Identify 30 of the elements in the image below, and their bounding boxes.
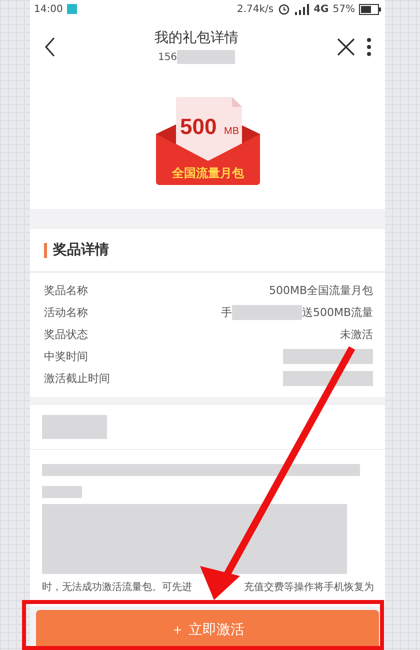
- redacted-block: [232, 304, 302, 320]
- network-speed-text: 2.74k/s: [236, 4, 274, 14]
- back-icon: [44, 36, 56, 56]
- field-label: 奖品名称: [44, 282, 88, 298]
- more-icon: [367, 38, 371, 56]
- page-title: 我的礼包详情: [154, 29, 238, 47]
- redacted-block: [42, 486, 82, 498]
- field-value: 手: [220, 304, 232, 320]
- battery-percent-text: 57%: [332, 4, 355, 14]
- field-label: 激活截止时间: [44, 370, 110, 386]
- field-label: 活动名称: [44, 304, 88, 320]
- field-value: 未激活: [340, 326, 373, 342]
- field-value: 送500MB流量: [302, 304, 373, 320]
- redacted-block: [177, 50, 236, 64]
- redacted-block: [42, 415, 107, 439]
- notice-text: 时，无法成功激活流量包。可先进: [42, 580, 192, 594]
- battery-icon: [359, 4, 381, 14]
- field-label: 中奖时间: [44, 348, 88, 364]
- section-title: 奖品详情: [53, 241, 109, 259]
- close-icon: [337, 38, 355, 56]
- clock-text: 14:00: [34, 4, 63, 14]
- field-label: 奖品状态: [44, 326, 88, 342]
- accent-bar: [44, 242, 47, 258]
- notice-text: 充值交费等操作将手机恢复为: [244, 580, 374, 594]
- signal-icon: [294, 4, 310, 14]
- app-notification-icon: [66, 4, 77, 14]
- field-value: 500MB全国流量月包: [268, 282, 373, 298]
- alarm-clock-icon: [278, 3, 290, 15]
- phone-number-text: 156: [158, 52, 178, 62]
- network-type-text: 4G: [314, 4, 329, 14]
